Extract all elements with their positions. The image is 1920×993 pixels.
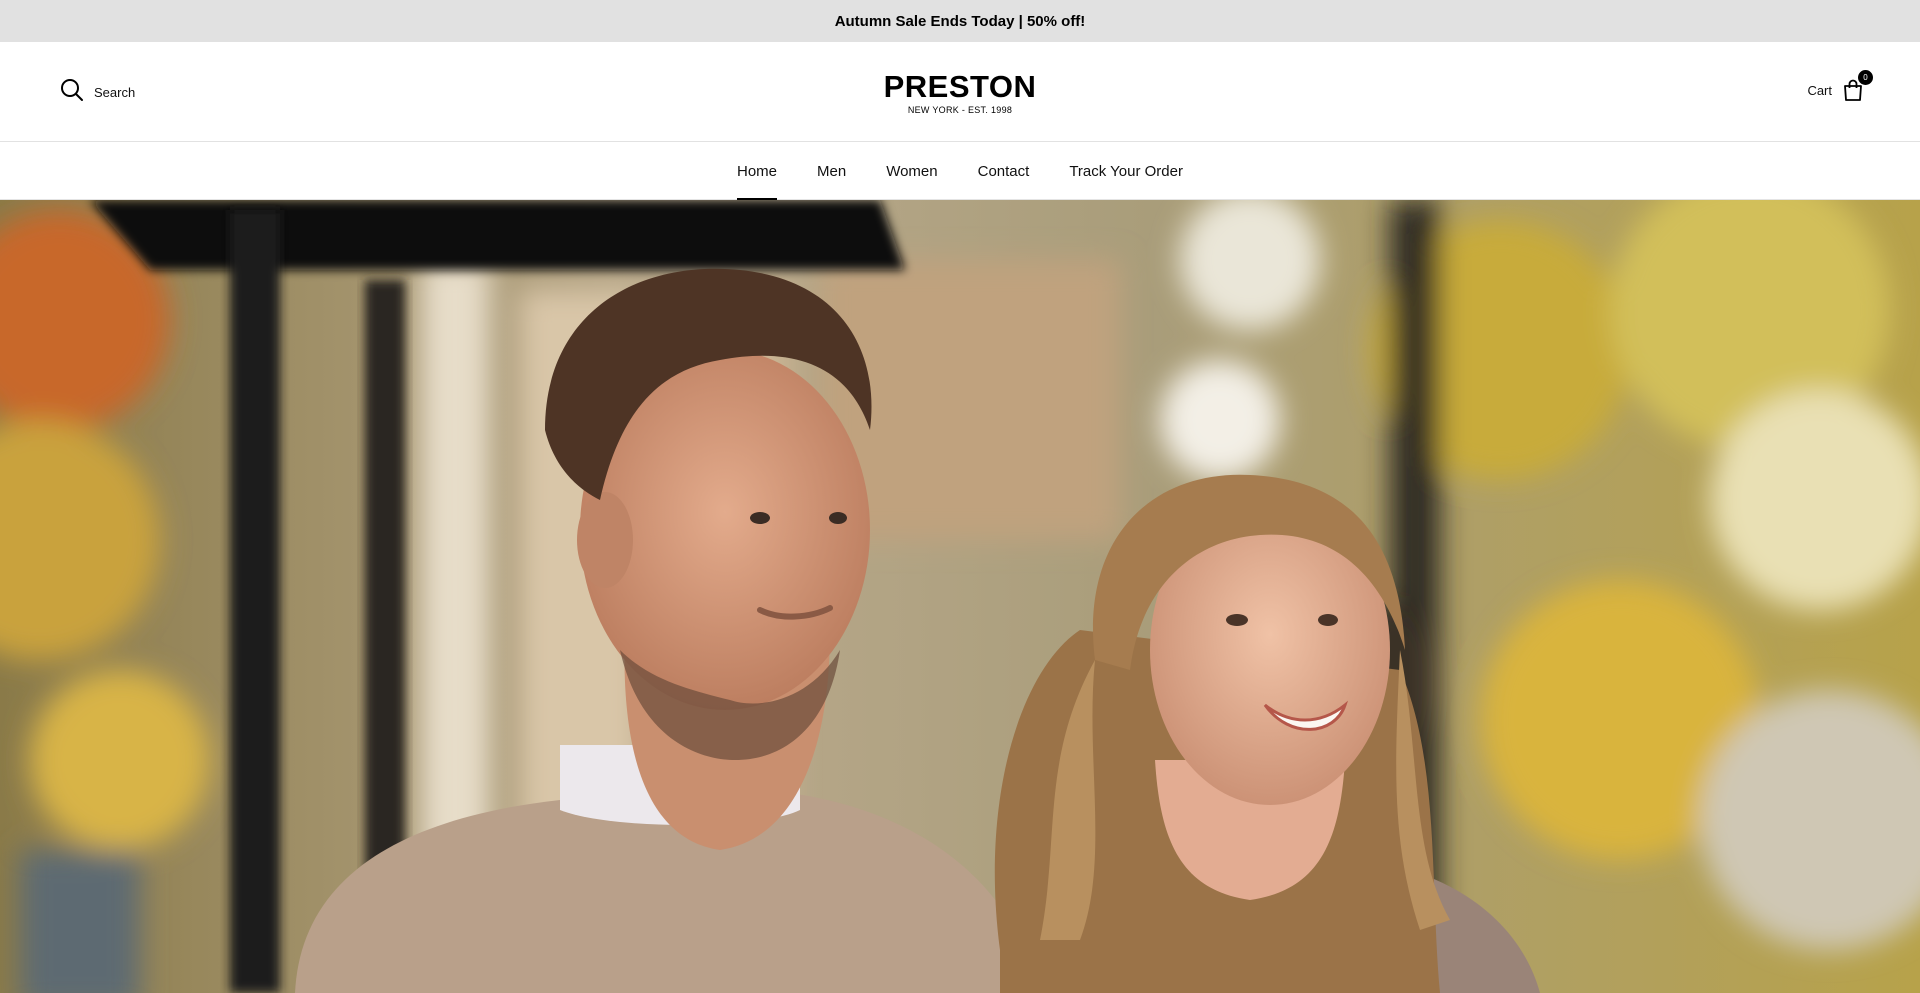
nav-item-label: Women: [886, 162, 938, 180]
logo-tagline: NEW YORK - EST. 1998: [907, 105, 1013, 115]
nav-item-track-order[interactable]: Track Your Order: [1069, 143, 1183, 200]
nav-item-men[interactable]: Men: [817, 143, 846, 200]
brand-logo[interactable]: PRESTON NEW YORK - EST. 1998: [860, 69, 1060, 115]
shopping-bag-icon: 0: [1842, 70, 1873, 102]
cart-count-badge: 0: [1858, 70, 1873, 85]
nav-item-women[interactable]: Women: [886, 143, 937, 200]
cart-label: Cart: [1807, 82, 1832, 98]
site-header: Search PRESTON NEW YORK - EST. 1998 Cart…: [0, 42, 1920, 142]
nav-item-label: Men: [817, 162, 847, 180]
announcement-text: Autumn Sale Ends Today | 50% off!: [834, 12, 1086, 30]
nav-item-label: Contact: [977, 162, 1030, 180]
nav-item-label: Track Your Order: [1069, 162, 1183, 180]
announcement-bar: Autumn Sale Ends Today | 50% off!: [0, 0, 1920, 42]
logo-name: PRESTON: [883, 69, 1037, 104]
hero-banner[interactable]: [0, 200, 1920, 993]
search-button[interactable]: Search: [60, 78, 136, 107]
hero-image: [0, 200, 1920, 993]
nav-item-home[interactable]: Home: [737, 143, 778, 201]
cart-button[interactable]: Cart 0: [1807, 70, 1873, 104]
nav-item-contact[interactable]: Contact: [978, 143, 1030, 200]
search-label: Search: [94, 84, 136, 100]
search-icon: [60, 78, 84, 107]
main-navigation: Home Men Women Contact Track Your Order: [0, 143, 1920, 201]
nav-item-label: Home: [737, 162, 778, 180]
